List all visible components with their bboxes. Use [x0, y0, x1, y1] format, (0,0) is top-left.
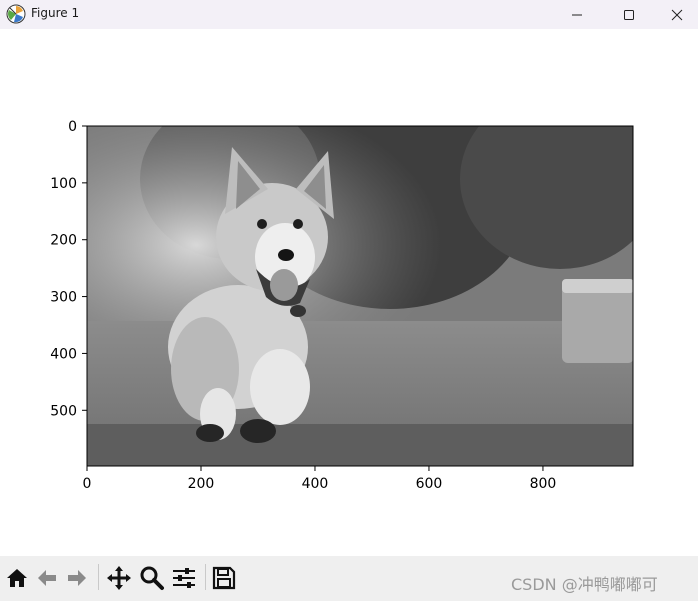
back-arrow-icon: [38, 570, 56, 586]
minimize-icon: [572, 14, 582, 15]
corgi-grayscale-photo: [87, 126, 633, 466]
window-titlebar: Figure 1: [0, 0, 698, 29]
zoom-icon: [140, 566, 164, 590]
maximize-button[interactable]: [606, 0, 652, 29]
back-button[interactable]: [33, 564, 61, 592]
axes: 0 200 400 600 800 0 100 200 300 400 500: [50, 119, 634, 492]
matplotlib-icon: [6, 4, 26, 24]
pan-button[interactable]: [105, 564, 133, 592]
close-icon: [671, 9, 683, 20]
pan-icon: [107, 566, 131, 590]
watermark-text: CSDN @冲鸭嘟嘟可: [511, 575, 658, 594]
zoom-button[interactable]: [138, 564, 166, 592]
y-tick-label: 500: [50, 403, 77, 419]
toolbar-separator: [205, 564, 206, 590]
save-button[interactable]: [210, 564, 238, 592]
maximize-icon: [624, 9, 634, 20]
configure-subplots-button[interactable]: [170, 564, 198, 592]
toolbar-separator: [98, 564, 99, 590]
x-tick-label: 0: [83, 476, 92, 492]
x-tick-label: 400: [302, 476, 329, 492]
y-tick-label: 100: [50, 176, 77, 192]
home-button[interactable]: [3, 564, 31, 592]
home-icon: [7, 569, 27, 587]
forward-arrow-icon: [68, 570, 86, 586]
minimize-button[interactable]: [554, 0, 600, 29]
forward-button[interactable]: [63, 564, 91, 592]
y-tick-label: 300: [50, 290, 77, 306]
close-button[interactable]: [654, 0, 698, 29]
y-tick-label: 400: [50, 346, 77, 362]
y-tick-label: 0: [68, 119, 77, 135]
y-axis: 0 100 200 300 400 500: [50, 119, 87, 419]
x-axis: 0 200 400 600 800: [83, 466, 557, 492]
configure-subplots-icon: [173, 568, 195, 588]
x-tick-label: 600: [416, 476, 443, 492]
save-icon: [212, 566, 236, 590]
x-tick-label: 200: [188, 476, 215, 492]
window-title: Figure 1: [31, 6, 80, 20]
y-tick-label: 200: [50, 233, 77, 249]
x-tick-label: 800: [530, 476, 557, 492]
